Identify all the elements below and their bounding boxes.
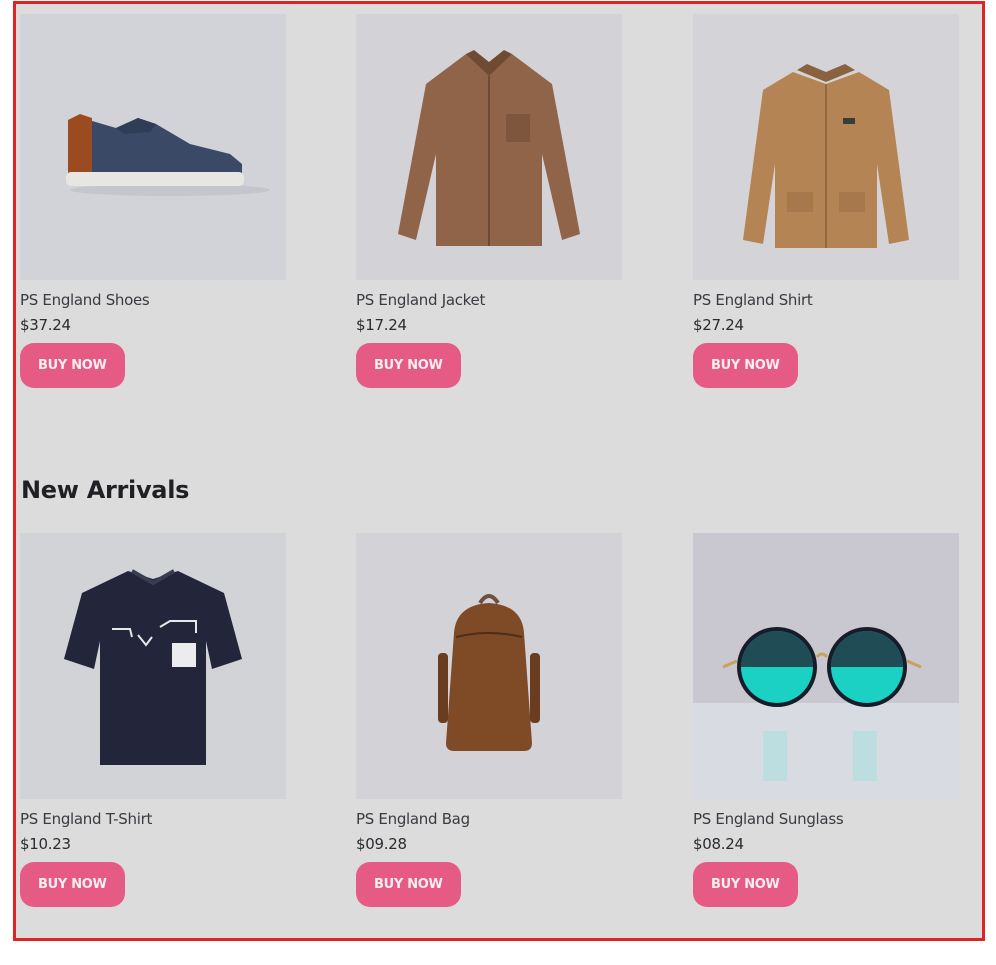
product-image-shirt[interactable] [693, 14, 959, 280]
product-name: PS England Shoes [20, 291, 150, 309]
product-image-sunglass[interactable] [693, 533, 959, 799]
product-price: $37.24 [20, 316, 71, 334]
product-grid-section: PS England Shoes $37.24 BUY NOW PS Engla… [13, 1, 985, 941]
backpack-image [356, 533, 622, 799]
section-title-new-arrivals: New Arrivals [21, 476, 190, 504]
product-price: $17.24 [356, 316, 407, 334]
product-name: PS England Bag [356, 810, 470, 828]
product-card: PS England Shoes $37.24 BUY NOW [20, 14, 286, 388]
product-card: PS England Jacket $17.24 BUY NOW [356, 14, 622, 388]
buy-now-button[interactable]: BUY NOW [693, 862, 798, 907]
product-price: $08.24 [693, 835, 744, 853]
sunglasses-image [693, 533, 959, 799]
buy-now-button[interactable]: BUY NOW [356, 343, 461, 388]
product-price: $10.23 [20, 835, 71, 853]
product-image-tshirt[interactable] [20, 533, 286, 799]
product-name: PS England Shirt [693, 291, 813, 309]
jacket-image [356, 14, 622, 280]
buy-now-button[interactable]: BUY NOW [20, 343, 125, 388]
buy-now-button[interactable]: BUY NOW [693, 343, 798, 388]
product-name: PS England Sunglass [693, 810, 844, 828]
sneaker-image [20, 14, 286, 280]
product-image-jacket[interactable] [356, 14, 622, 280]
product-price: $09.28 [356, 835, 407, 853]
product-image-bag[interactable] [356, 533, 622, 799]
product-card: PS England Bag $09.28 BUY NOW [356, 533, 622, 907]
tshirt-image [20, 533, 286, 799]
product-price: $27.24 [693, 316, 744, 334]
product-card: PS England Shirt $27.24 BUY NOW [693, 14, 959, 388]
buy-now-button[interactable]: BUY NOW [356, 862, 461, 907]
product-name: PS England T-Shirt [20, 810, 153, 828]
buy-now-button[interactable]: BUY NOW [20, 862, 125, 907]
product-image-shoes[interactable] [20, 14, 286, 280]
product-card: PS England Sunglass $08.24 BUY NOW [693, 533, 959, 907]
product-name: PS England Jacket [356, 291, 486, 309]
product-card: PS England T-Shirt $10.23 BUY NOW [20, 533, 286, 907]
shirt-image [693, 14, 959, 280]
